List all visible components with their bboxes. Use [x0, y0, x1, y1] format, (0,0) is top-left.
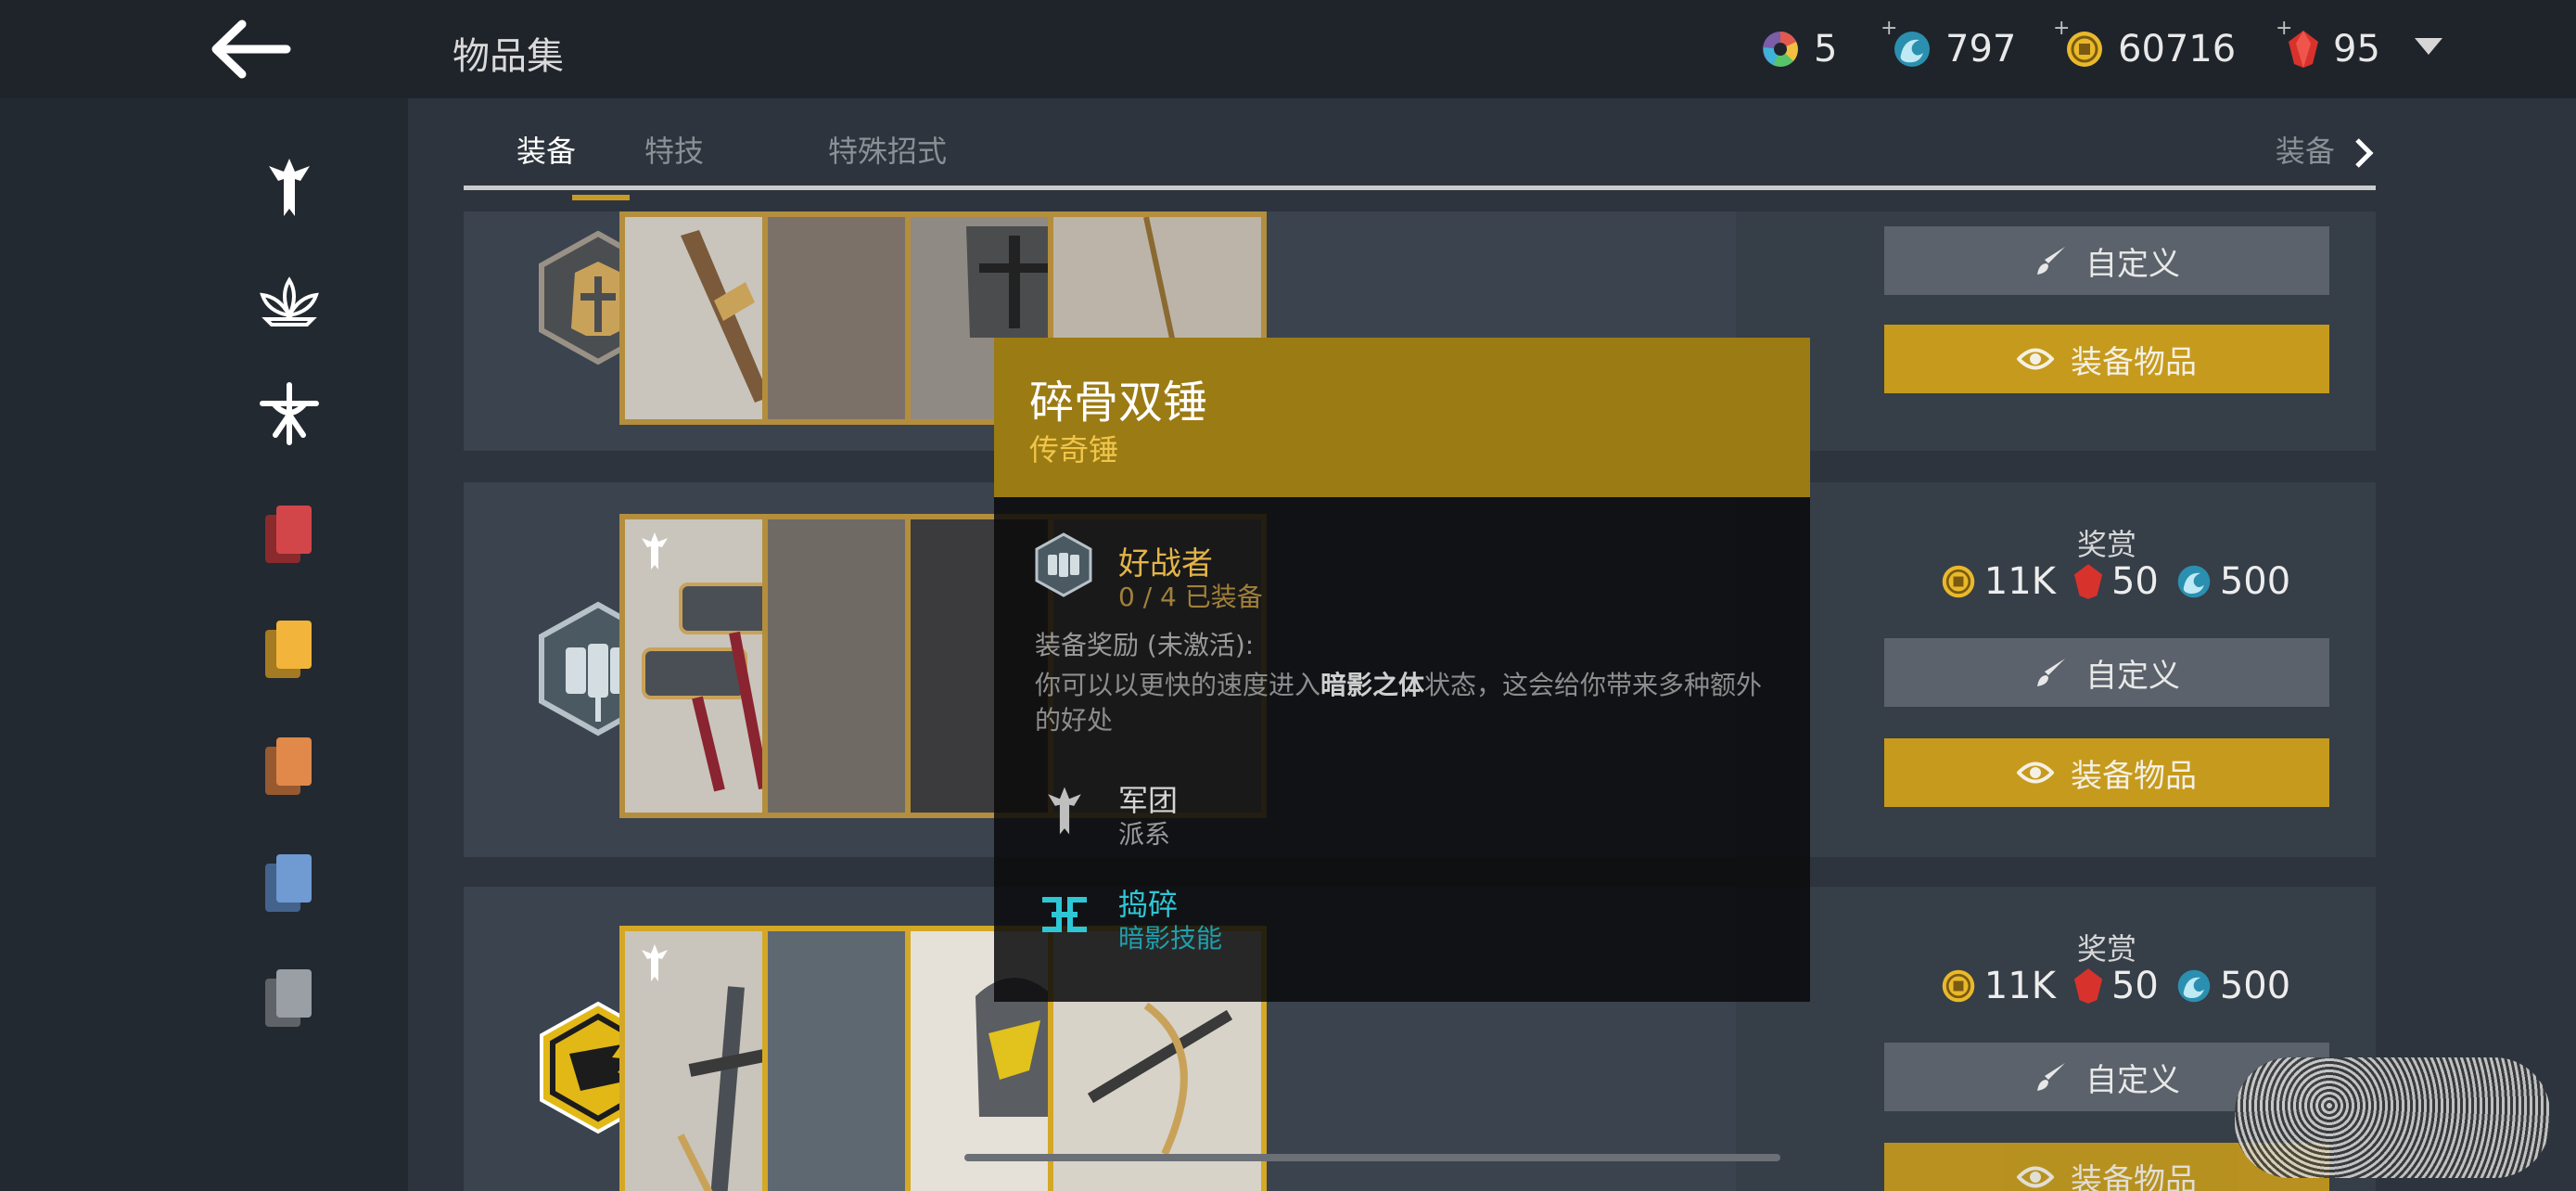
reward-coins: 11K: [1983, 560, 2056, 603]
sidebar-item-heralds[interactable]: [252, 377, 326, 451]
heralds-icon: [260, 382, 319, 445]
legion-faction-icon: [1048, 787, 1081, 835]
tab-next-equipment[interactable]: 装备: [2276, 128, 2376, 171]
sidebar-item-blue-cards[interactable]: [252, 846, 326, 920]
tab-bar: 装备 特技 特殊招式 装备: [464, 117, 2376, 200]
tab-perks[interactable]: 特技: [644, 128, 704, 171]
ruby-icon: [2073, 564, 2103, 599]
customize-label: 自定义: [2085, 1061, 2180, 1099]
crush-skill-icon: [1042, 897, 1087, 932]
coin-icon: [1942, 969, 1975, 1003]
plus-icon: +: [2053, 17, 2071, 40]
equip-item-label: 装备物品: [2071, 757, 2197, 795]
legion-icon: [269, 159, 310, 216]
customize-label: 自定义: [2085, 245, 2180, 283]
equip-item-label: 装备物品: [2071, 1161, 2197, 1191]
reward-ruby: 50: [2111, 965, 2159, 1007]
shadow-skill-label: 暗影技能: [1118, 923, 1223, 954]
shadow-form-keyword: 暗影之体: [1320, 670, 1425, 700]
customize-button[interactable]: 自定义: [1884, 638, 2329, 707]
reward-ruby: 50: [2111, 560, 2159, 603]
tab-equipment[interactable]: 装备: [516, 128, 576, 171]
ruby-count: 95: [2333, 28, 2380, 70]
brush-icon: [2037, 1063, 2065, 1091]
reward-label: 奖赏: [2076, 931, 2136, 967]
horizontal-scrollbar[interactable]: [964, 1154, 1780, 1161]
reward-values: 11K 50 500: [1884, 560, 2329, 603]
equip-item-label: 装备物品: [2071, 343, 2197, 381]
customize-button[interactable]: 自定义: [1884, 226, 2329, 295]
orb-currency[interactable]: 5: [1760, 26, 1837, 72]
eye-icon: [2017, 1166, 2054, 1188]
sidebar-item-legion[interactable]: [252, 150, 326, 224]
eye-icon: [2017, 348, 2054, 370]
customize-label: 自定义: [2085, 657, 2180, 695]
plus-icon: +: [2276, 17, 2293, 40]
active-tab-indicator: [572, 195, 630, 200]
reward-shadow: 500: [2219, 560, 2291, 603]
orb-count: 5: [1814, 28, 1838, 70]
dropdown-triangle-icon[interactable]: [2413, 35, 2444, 58]
noise-overlay: [2235, 1057, 2550, 1178]
sidebar-item-dynasty[interactable]: [252, 265, 326, 339]
ruby-icon: [2073, 968, 2103, 1004]
blue-cards-icon: [265, 854, 312, 912]
item-rarity-type: 传奇锤: [1029, 432, 1119, 467]
sidebar-item-gray-cards[interactable]: [252, 961, 326, 1035]
sidebar-item-red-cards[interactable]: [252, 497, 326, 571]
item-tooltip: 碎骨双锤 传奇锤 好战者 0 / 4 已装备 装备奖励 (未激活): 你可以以更…: [994, 338, 1810, 1002]
tooltip-header: 碎骨双锤 传奇锤: [994, 338, 1810, 497]
faction-label: 派系: [1118, 819, 1171, 850]
reward-values: 11K 50 500: [1884, 965, 2329, 1007]
reward-label: 奖赏: [2076, 527, 2136, 562]
coin-icon: [1942, 565, 1975, 598]
coin-currency[interactable]: + 60716: [2053, 17, 2237, 72]
sidebar: [0, 98, 408, 1191]
brush-icon: [2037, 247, 2065, 275]
shadow-energy-currency[interactable]: + 797: [1881, 17, 2017, 72]
shadow-energy-icon: [1894, 32, 1930, 67]
warmonger-set-icon: [1035, 532, 1092, 597]
plus-icon: +: [1881, 17, 1898, 40]
sidebar-item-yellow-cards[interactable]: [252, 612, 326, 686]
item-name: 碎骨双锤: [1029, 377, 1208, 429]
back-arrow-icon[interactable]: [209, 19, 292, 80]
page-title: 物品集: [453, 35, 564, 78]
chevron-right-icon: [2355, 138, 2374, 168]
sidebar-item-orange-cards[interactable]: [252, 729, 326, 803]
shadow-energy-icon: [2177, 969, 2211, 1003]
set-bonus-description: 你可以以更快的速度进入暗影之体状态，这会给你带来多种额外的好处: [1035, 670, 1763, 736]
dynasty-icon: [260, 276, 319, 327]
orange-cards-icon: [265, 737, 312, 795]
reward-coins: 11K: [1983, 965, 2056, 1007]
color-orb-icon: [1763, 32, 1798, 67]
gray-cards-icon: [265, 969, 312, 1027]
brush-icon: [2037, 659, 2065, 686]
tab-special-moves[interactable]: 特殊招式: [828, 128, 947, 171]
shadow-energy-icon: [2177, 565, 2211, 598]
red-cards-icon: [265, 506, 312, 563]
coin-count: 60716: [2118, 28, 2237, 70]
equip-item-button[interactable]: 装备物品: [1884, 738, 2329, 807]
set-bonus-title: 装备奖励 (未激活):: [1035, 630, 1255, 660]
top-bar: 物品集 5 + 797 + 60716 + 95: [0, 0, 2576, 98]
coin-icon: [2067, 32, 2102, 67]
eye-icon: [2017, 762, 2054, 784]
equip-item-button[interactable]: 装备物品: [1884, 325, 2329, 393]
ruby-currency[interactable]: + 95: [2276, 17, 2380, 72]
set-equipped-count: 0 / 4 已装备: [1118, 582, 1263, 612]
tab-next-label: 装备: [2275, 134, 2335, 169]
shadow-energy-count: 797: [1945, 28, 2017, 70]
reward-shadow: 500: [2219, 965, 2291, 1007]
yellow-cards-icon: [265, 621, 312, 678]
